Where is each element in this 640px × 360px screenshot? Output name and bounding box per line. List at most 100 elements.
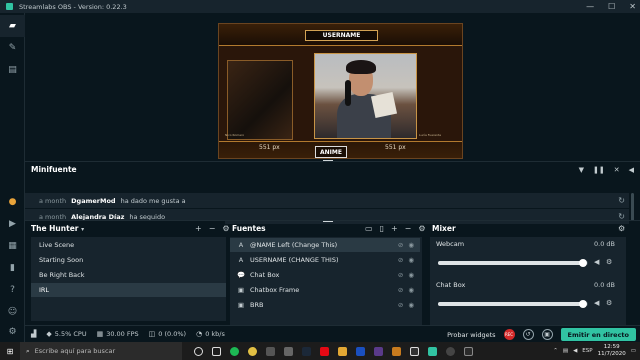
bar-chart-icon[interactable]: ▟ bbox=[31, 330, 36, 338]
eye-icon[interactable]: ◉ bbox=[408, 301, 414, 309]
eye-icon[interactable]: ◉ bbox=[408, 271, 414, 279]
chevron-up-icon[interactable]: ⌃ bbox=[553, 348, 558, 354]
sidebar-item-recordings[interactable]: ▶ bbox=[0, 213, 25, 235]
scene-item[interactable]: Be Right Back bbox=[31, 268, 226, 282]
filter-icon[interactable]: ▼ bbox=[579, 166, 584, 174]
sidebar-item-account[interactable]: ☺ bbox=[0, 301, 25, 323]
mute-icon[interactable]: ✕ bbox=[614, 166, 620, 174]
app-icon[interactable] bbox=[410, 346, 419, 356]
minifuente-scrollbar[interactable] bbox=[631, 193, 634, 221]
sidebar-item-help[interactable]: ? bbox=[0, 279, 25, 301]
remove-icon[interactable]: − bbox=[209, 224, 216, 233]
minus-icon[interactable]: − bbox=[405, 224, 412, 233]
eye-icon[interactable]: ◉ bbox=[408, 286, 414, 294]
windows-start-icon[interactable]: ⊞ bbox=[0, 347, 20, 356]
sidebar-item-themes[interactable]: ✎ bbox=[0, 37, 25, 59]
app-icon[interactable] bbox=[374, 346, 383, 356]
sidebar-item-layout[interactable]: ▦ bbox=[0, 235, 25, 257]
sidebar-item-settings[interactable]: ⚙ bbox=[0, 321, 25, 343]
remove-icon[interactable]: ▯ bbox=[380, 224, 384, 233]
volume-slider-knob[interactable] bbox=[579, 300, 587, 308]
screenshot-icon[interactable]: ▣ bbox=[541, 329, 553, 340]
notification-icon[interactable]: ▭ bbox=[631, 348, 636, 354]
source-item[interactable]: ▣ Chatbox Frame ⊘ ◉ bbox=[230, 283, 420, 297]
lock-icon[interactable]: ⊘ bbox=[398, 271, 403, 279]
app-icon[interactable] bbox=[266, 346, 275, 356]
dropped-frames-stat: ◫ 0 (0.0%) bbox=[148, 330, 187, 338]
netflix-icon[interactable] bbox=[320, 346, 329, 356]
lock-icon[interactable]: ⊘ bbox=[398, 301, 403, 309]
eye-icon[interactable]: ◉ bbox=[408, 241, 414, 249]
overlay-logo[interactable]: ANIME bbox=[315, 146, 347, 158]
files-icon[interactable] bbox=[284, 346, 293, 356]
scene-collection-title[interactable]: The Hunter ▾ bbox=[31, 224, 84, 233]
minimize-icon[interactable]: — bbox=[586, 2, 594, 11]
scene-item[interactable]: Starting Soon bbox=[31, 253, 226, 267]
streamlabs-taskbar-icon[interactable] bbox=[428, 346, 437, 356]
app-icon[interactable] bbox=[356, 346, 365, 356]
obs-icon[interactable] bbox=[446, 346, 455, 356]
source-item[interactable]: ▣ BRB ⊘ ◉ bbox=[230, 298, 420, 312]
source-item[interactable]: A USERNAME (CHANGE THIS) ⊘ ◉ bbox=[230, 253, 420, 267]
test-widgets-button[interactable]: Probar widgets bbox=[447, 331, 495, 339]
add-icon[interactable]: + bbox=[195, 224, 202, 233]
source-label: BRB bbox=[250, 301, 264, 309]
record-button[interactable]: REC bbox=[503, 329, 515, 340]
mixer-channel: Chat Box 0.0 dB ◀ ⚙ bbox=[436, 281, 621, 308]
lock-icon[interactable]: ⊘ bbox=[398, 256, 403, 264]
go-live-button[interactable]: Emitir en directo bbox=[560, 328, 636, 341]
scene-item-selected[interactable]: IRL bbox=[31, 283, 226, 297]
volume-icon[interactable]: ◀ bbox=[629, 166, 634, 174]
sources-list: A @NAME Left (Change This) ⊘ ◉ A USERNAME… bbox=[230, 237, 422, 325]
taskbar-search[interactable]: ⌕ Escribe aquí para buscar bbox=[20, 342, 182, 360]
volume-icon[interactable]: ◀ bbox=[594, 258, 599, 266]
replay-buffer-icon[interactable]: ↺ bbox=[522, 329, 534, 340]
sidebar-item-store[interactable]: ▤ bbox=[0, 59, 25, 81]
text-icon: A bbox=[238, 241, 244, 249]
folder-icon[interactable] bbox=[338, 346, 347, 356]
network-icon[interactable]: ▤ bbox=[563, 348, 568, 354]
language-indicator[interactable]: ESP bbox=[582, 348, 592, 354]
app-icon[interactable] bbox=[392, 346, 401, 356]
chrome-icon[interactable] bbox=[248, 346, 257, 356]
pause-icon[interactable]: ❚❚ bbox=[593, 166, 605, 174]
task-view-icon[interactable] bbox=[212, 346, 221, 356]
scene-item[interactable]: Live Scene bbox=[31, 238, 226, 252]
source-item[interactable]: 💬 Chat Box ⊘ ◉ bbox=[230, 268, 420, 282]
source-label: USERNAME (CHANGE THIS) bbox=[250, 256, 339, 264]
lock-icon[interactable]: ⊘ bbox=[398, 241, 403, 249]
stream-preview[interactable]: USERNAME Nico Romero Lucía Fuerente 551 … bbox=[218, 23, 463, 159]
volume-slider-knob[interactable] bbox=[579, 259, 587, 267]
spotify-icon[interactable] bbox=[230, 346, 239, 356]
gear-icon[interactable]: ⚙ bbox=[418, 224, 425, 233]
add-icon[interactable]: + bbox=[391, 224, 398, 233]
cpu-stat: ◆ 5.5% CPU bbox=[46, 330, 87, 338]
source-item[interactable]: A @NAME Left (Change This) ⊘ ◉ bbox=[230, 238, 420, 252]
steam-icon[interactable] bbox=[302, 346, 311, 356]
user-icon: ☺ bbox=[7, 307, 18, 317]
close-icon[interactable]: ✕ bbox=[629, 2, 636, 11]
gear-icon[interactable]: ⚙ bbox=[222, 224, 229, 233]
size-label-right: 551 px bbox=[385, 144, 406, 151]
system-clock[interactable]: 12:59 11/7/2020 bbox=[598, 344, 626, 358]
replay-icon[interactable]: ↻ bbox=[618, 196, 625, 205]
volume-slider[interactable] bbox=[438, 300, 588, 308]
cortana-icon[interactable] bbox=[194, 346, 203, 356]
volume-icon[interactable]: ◀ bbox=[573, 348, 577, 354]
app-icon[interactable] bbox=[464, 346, 473, 356]
maximize-icon[interactable]: ☐ bbox=[608, 2, 615, 11]
lock-icon[interactable]: ⊘ bbox=[398, 286, 403, 294]
search-icon: ⌕ bbox=[26, 346, 30, 355]
volume-icon[interactable]: ◀ bbox=[594, 299, 599, 307]
name-tag-right: Lucía Fuerente bbox=[419, 133, 442, 137]
folder-icon[interactable]: ▭ bbox=[365, 224, 373, 233]
gear-icon[interactable]: ⚙ bbox=[606, 258, 612, 266]
eye-icon[interactable]: ◉ bbox=[408, 256, 414, 264]
gear-icon[interactable]: ⚙ bbox=[618, 224, 625, 233]
sidebar-item-stats[interactable]: ▮ bbox=[0, 257, 25, 279]
size-label-left: 551 px bbox=[259, 144, 280, 151]
sidebar-item-studio-editor[interactable]: ▰ bbox=[0, 15, 25, 37]
sidebar-item-alertbox[interactable]: ● bbox=[0, 191, 25, 213]
volume-slider[interactable] bbox=[438, 259, 588, 267]
gear-icon[interactable]: ⚙ bbox=[606, 299, 612, 307]
